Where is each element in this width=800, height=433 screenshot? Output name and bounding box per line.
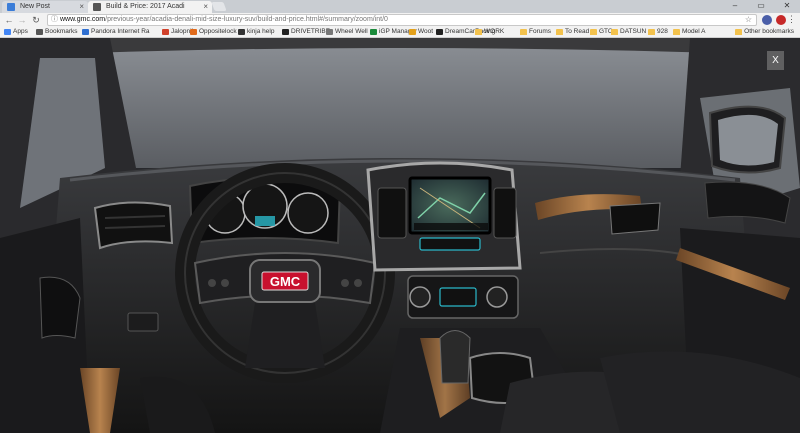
bookmarks-bar: Apps Bookmarks Pandora Internet Ra Jalopnik… xyxy=(0,27,800,38)
dreamcar-icon xyxy=(436,29,443,35)
wheel-icon xyxy=(326,29,333,35)
bookmark-label: DRIVETRIBE xyxy=(291,28,331,35)
bookmark-label: kinja help xyxy=(247,28,275,35)
folder-icon xyxy=(475,29,482,35)
folder-icon xyxy=(520,29,527,35)
extension-icon[interactable] xyxy=(762,15,772,25)
folder-icon xyxy=(590,29,597,35)
gmc-badge: GMC xyxy=(270,274,301,289)
bookmark-label: To Read xyxy=(565,28,590,35)
oppositelock-icon xyxy=(190,29,197,35)
drivetribe-icon xyxy=(282,29,289,35)
star-icon xyxy=(36,29,43,35)
bookmark-woot[interactable]: Woot xyxy=(409,27,433,37)
bookmark-label: Model A xyxy=(682,28,706,35)
url-domain: www.gmc.com xyxy=(60,16,106,23)
address-bar[interactable]: ⓘ www.gmc.com/previous-year/acadia-denal… xyxy=(47,14,757,26)
dashboard-interior-illustration: GMC xyxy=(0,38,800,433)
bookmark-wheel-well[interactable]: Wheel Well xyxy=(326,27,368,37)
window-controls: – ▭ ✕ xyxy=(722,0,800,13)
jalopnik-icon xyxy=(162,29,169,35)
reload-icon[interactable]: ↻ xyxy=(30,14,42,26)
apps-icon xyxy=(4,29,11,35)
maximize-icon[interactable]: ▭ xyxy=(748,0,774,13)
tab-strip: New Post × Build & Price: 2017 Acadi × –… xyxy=(0,0,800,13)
bookmark-pandora-internet-ra[interactable]: Pandora Internet Ra xyxy=(82,27,150,37)
bookmark-forums[interactable]: Forums xyxy=(520,27,551,37)
extension-icon[interactable] xyxy=(776,15,786,25)
bookmark-label: WORK xyxy=(484,28,505,35)
tab-title: New Post xyxy=(20,3,50,10)
url-path: /previous-year/acadia-denali-mid-size-lu… xyxy=(105,16,388,23)
folder-icon xyxy=(673,29,680,35)
folder-icon xyxy=(648,29,655,35)
bookmark-label: Oppositelock xyxy=(199,28,237,35)
bookmark-kinja-help[interactable]: kinja help xyxy=(238,27,274,37)
gmc-favicon-icon xyxy=(93,3,101,11)
browser-toolbar: ← → ↻ ⓘ www.gmc.com/previous-year/acadia… xyxy=(0,13,800,27)
folder-icon xyxy=(611,29,618,35)
folder-icon xyxy=(556,29,563,35)
bookmark-label: Bookmarks xyxy=(45,28,78,35)
bookmark-star-icon[interactable]: ☆ xyxy=(745,15,752,25)
bookmark-label: Apps xyxy=(13,28,28,35)
bookmark-apps[interactable]: Apps xyxy=(4,27,28,37)
close-tab-icon[interactable]: × xyxy=(203,1,208,13)
bookmark-to-read[interactable]: To Read xyxy=(556,27,589,37)
bookmark-work[interactable]: WORK xyxy=(475,27,504,37)
bookmark-model-a[interactable]: Model A xyxy=(673,27,706,37)
page-info-icon[interactable]: ⓘ xyxy=(51,15,58,25)
bookmark-label: Wheel Well xyxy=(335,28,368,35)
bookmark-bookmarks[interactable]: Bookmarks xyxy=(36,27,78,37)
window-close-icon[interactable]: ✕ xyxy=(774,0,800,13)
minimize-icon[interactable]: – xyxy=(722,0,748,13)
tab-title: Build & Price: 2017 Acadi xyxy=(106,3,185,10)
bookmark-label: Woot xyxy=(418,28,434,35)
bookmark-datsun[interactable]: DATSUN xyxy=(611,27,646,37)
bookmark-label: Forums xyxy=(529,28,552,35)
igp-icon xyxy=(370,29,377,35)
folder-icon xyxy=(735,29,743,35)
bookmark-label: Pandora Internet Ra xyxy=(91,28,150,35)
bookmark-label: 928 xyxy=(657,28,668,35)
close-viewer-button[interactable]: X xyxy=(767,51,784,70)
close-tab-icon[interactable]: × xyxy=(79,1,84,13)
interior-zoom-viewer: GMC X xyxy=(0,38,800,433)
pandora-icon xyxy=(82,29,89,35)
forward-icon[interactable]: → xyxy=(16,14,28,26)
tab-build-price[interactable]: Build & Price: 2017 Acadi × xyxy=(88,1,212,13)
tab-new-post[interactable]: New Post × xyxy=(2,1,88,13)
bookmark-label: Other bookmarks xyxy=(744,28,794,35)
back-icon[interactable]: ← xyxy=(3,14,15,26)
woot-icon xyxy=(409,29,416,35)
chrome-menu-icon[interactable]: ⋮ xyxy=(787,14,796,25)
kinja-icon xyxy=(238,29,245,35)
bookmark-gto[interactable]: GTO xyxy=(590,27,613,37)
bookmark-oppositelock[interactable]: Oppositelock xyxy=(190,27,237,37)
blogger-icon xyxy=(7,3,15,11)
bookmark-928[interactable]: 928 xyxy=(648,27,668,37)
new-tab-button[interactable] xyxy=(211,2,227,11)
bookmark-other-bookmarks[interactable]: Other bookmarks xyxy=(735,27,794,37)
bookmark-label: DATSUN xyxy=(620,28,647,35)
bookmark-drivetribe[interactable]: DRIVETRIBE xyxy=(282,27,330,37)
